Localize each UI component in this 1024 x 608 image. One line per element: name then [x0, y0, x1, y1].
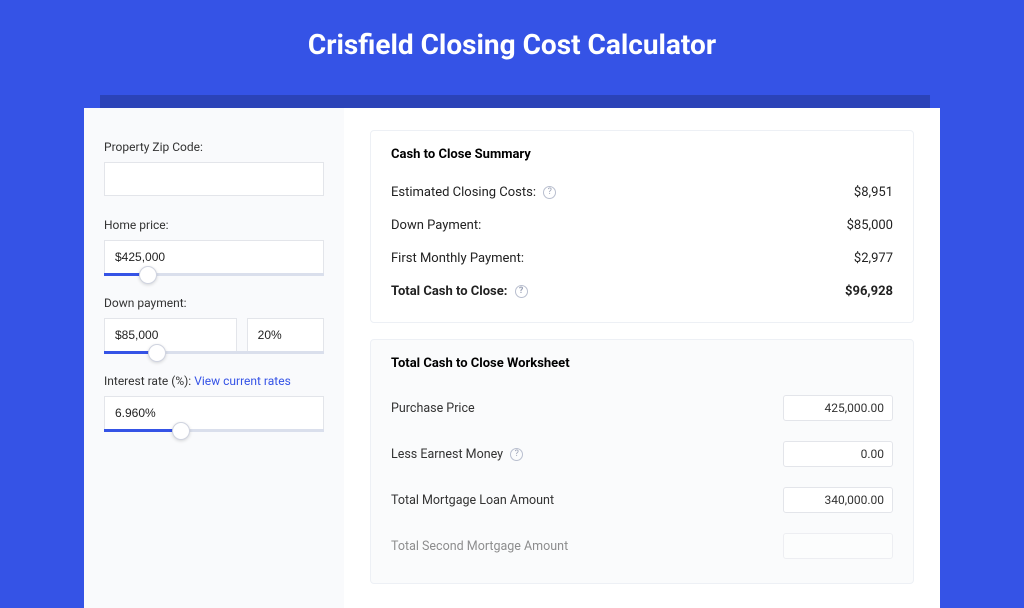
- down-payment-slider-fill: [104, 351, 152, 354]
- home-price-label: Home price:: [104, 218, 324, 232]
- summary-total-label-text: Total Cash to Close:: [391, 284, 507, 299]
- summary-total-value: $96,928: [845, 284, 893, 299]
- interest-rate-label: Interest rate (%): View current rates: [104, 374, 324, 388]
- down-payment-field: Down payment:: [104, 296, 324, 352]
- zip-input[interactable]: [104, 162, 324, 196]
- summary-total-label: Total Cash to Close: ?: [391, 284, 528, 299]
- worksheet-row-value[interactable]: 340,000.00: [783, 487, 893, 513]
- home-price-input[interactable]: [104, 240, 324, 274]
- help-icon[interactable]: ?: [515, 285, 528, 298]
- down-payment-slider-thumb[interactable]: [148, 344, 166, 362]
- view-current-rates-link[interactable]: View current rates: [194, 374, 291, 388]
- help-icon[interactable]: ?: [543, 186, 556, 199]
- home-price-slider-thumb[interactable]: [139, 266, 157, 284]
- home-price-field: Home price:: [104, 218, 324, 274]
- summary-panel: Cash to Close Summary Estimated Closing …: [370, 130, 914, 323]
- summary-row-value: $8,951: [854, 185, 893, 200]
- home-price-slider-fill: [104, 273, 144, 276]
- summary-row-label: Down Payment:: [391, 218, 481, 233]
- inputs-sidebar: Property Zip Code: Home price: Down paym…: [84, 108, 344, 608]
- calculator-card: Property Zip Code: Home price: Down paym…: [84, 108, 940, 608]
- worksheet-row-value[interactable]: 425,000.00: [783, 395, 893, 421]
- summary-row-label: First Monthly Payment:: [391, 251, 524, 266]
- summary-row: First Monthly Payment: $2,977: [391, 242, 893, 275]
- worksheet-row-label: Total Mortgage Loan Amount: [391, 493, 554, 508]
- worksheet-row: Total Mortgage Loan Amount 340,000.00: [391, 477, 893, 523]
- worksheet-title: Total Cash to Close Worksheet: [391, 356, 893, 371]
- interest-rate-input[interactable]: [104, 396, 324, 430]
- page-title: Crisfield Closing Cost Calculator: [0, 0, 1024, 83]
- summary-row: Estimated Closing Costs: ? $8,951: [391, 176, 893, 209]
- zip-field: Property Zip Code:: [104, 140, 324, 196]
- worksheet-row: Less Earnest Money ? 0.00: [391, 431, 893, 477]
- summary-row-value: $85,000: [847, 218, 893, 233]
- worksheet-row: Total Second Mortgage Amount: [391, 523, 893, 569]
- help-icon[interactable]: ?: [510, 448, 523, 461]
- summary-total-row: Total Cash to Close: ? $96,928: [391, 275, 893, 308]
- summary-title: Cash to Close Summary: [391, 147, 893, 162]
- interest-rate-slider-thumb[interactable]: [172, 422, 190, 440]
- worksheet-row-label: Total Second Mortgage Amount: [391, 539, 568, 554]
- summary-row-label: Estimated Closing Costs: ?: [391, 185, 556, 200]
- summary-row: Down Payment: $85,000: [391, 209, 893, 242]
- down-payment-pct-input[interactable]: [247, 318, 324, 352]
- zip-label: Property Zip Code:: [104, 140, 324, 154]
- worksheet-row-value[interactable]: [783, 533, 893, 559]
- down-payment-input[interactable]: [104, 318, 237, 352]
- summary-row-label-text: Estimated Closing Costs:: [391, 185, 536, 200]
- interest-rate-field: Interest rate (%): View current rates: [104, 374, 324, 430]
- worksheet-row-label: Purchase Price: [391, 401, 475, 416]
- interest-rate-label-text: Interest rate (%):: [104, 374, 194, 388]
- down-payment-label: Down payment:: [104, 296, 324, 310]
- results-main: Cash to Close Summary Estimated Closing …: [344, 108, 940, 608]
- worksheet-row-label-text: Less Earnest Money: [391, 447, 503, 462]
- worksheet-panel: Total Cash to Close Worksheet Purchase P…: [370, 339, 914, 584]
- worksheet-row-value[interactable]: 0.00: [783, 441, 893, 467]
- interest-rate-slider-fill: [104, 429, 177, 432]
- summary-row-value: $2,977: [854, 251, 893, 266]
- worksheet-row: Purchase Price 425,000.00: [391, 385, 893, 431]
- worksheet-row-label: Less Earnest Money ?: [391, 447, 523, 462]
